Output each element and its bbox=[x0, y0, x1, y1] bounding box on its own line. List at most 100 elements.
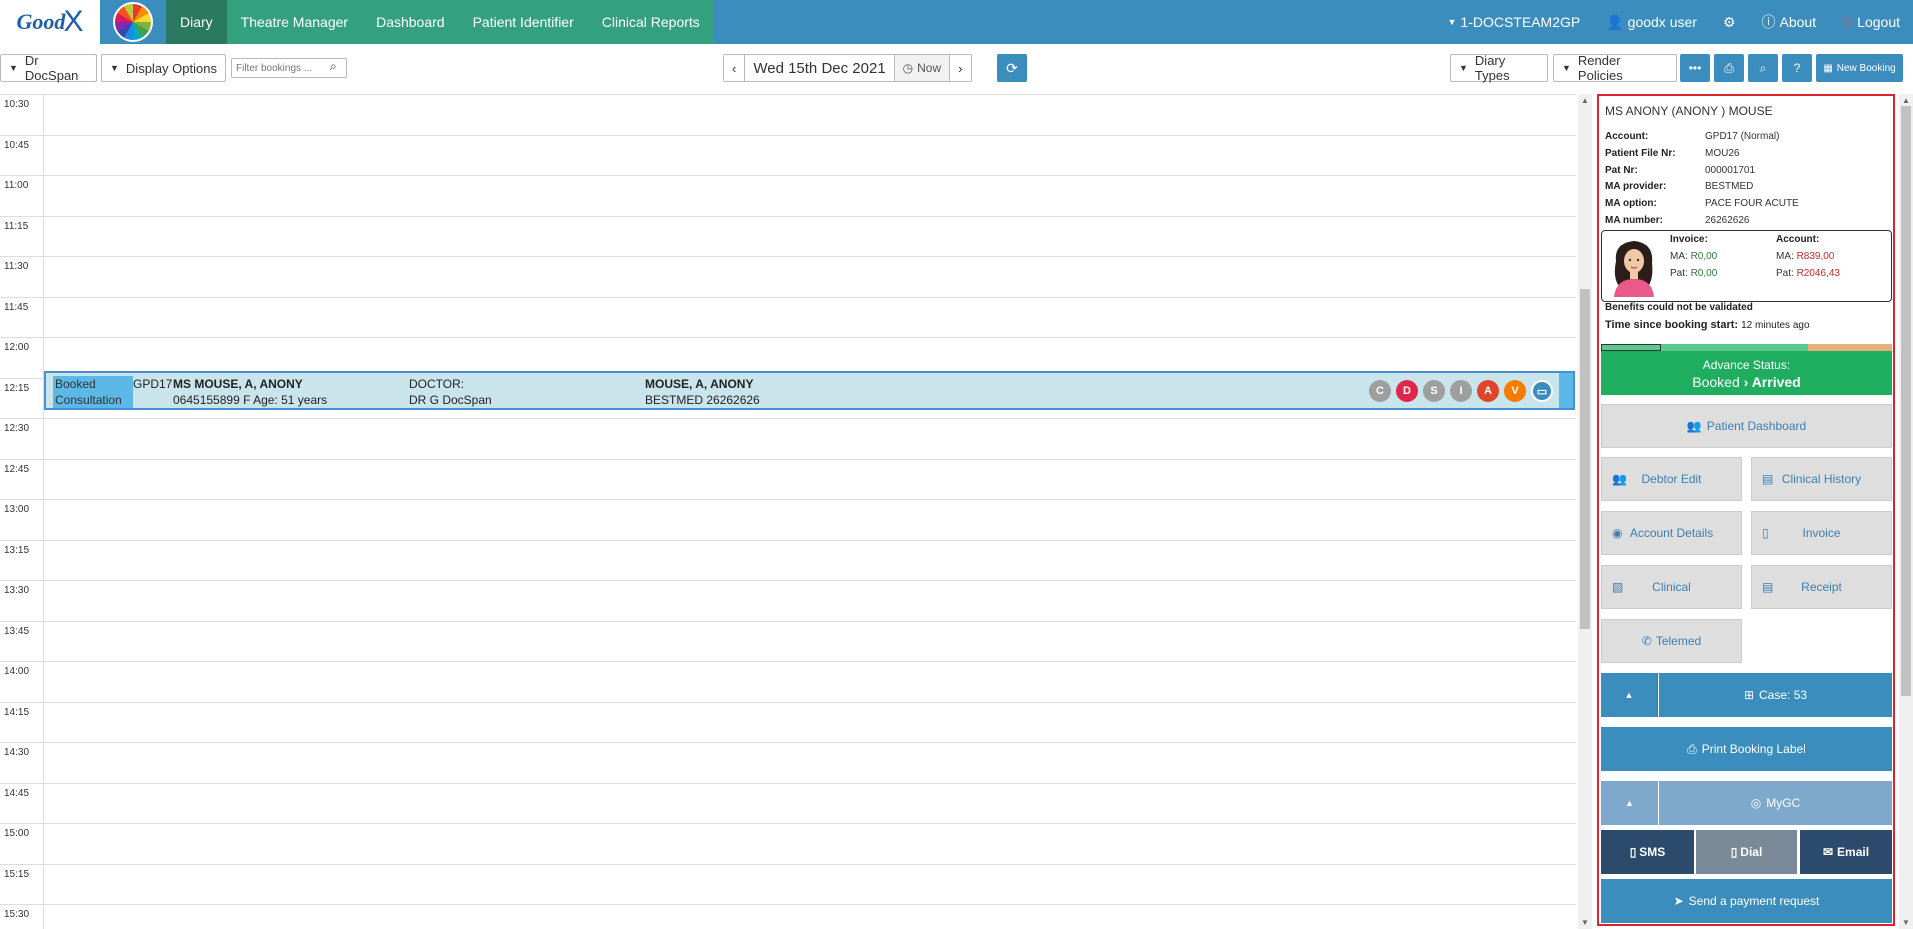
case-button[interactable]: ⊞ Case: 53 bbox=[1659, 673, 1892, 717]
now-button[interactable]: ◷ Now bbox=[894, 55, 951, 81]
print-button[interactable]: ⎙ bbox=[1714, 54, 1744, 82]
note-icon[interactable]: ▭ bbox=[1531, 380, 1553, 402]
nav-theatre-manager[interactable]: Theatre Manager bbox=[226, 0, 363, 44]
doctor-dropdown[interactable]: ▼ Dr DocSpan bbox=[0, 53, 97, 83]
time-slot[interactable]: 14:45 bbox=[0, 783, 1576, 824]
doctor-label: Dr DocSpan bbox=[24, 53, 79, 83]
scrollbar-thumb[interactable] bbox=[1580, 289, 1590, 629]
clinical-history-button[interactable]: ▤ Clinical History bbox=[1751, 457, 1892, 501]
print-booking-label-button[interactable]: ⎙ Print Booking Label bbox=[1601, 727, 1892, 771]
time-label: 15:00 bbox=[0, 824, 44, 864]
advance-status-button[interactable]: Advance Status: Booked › Arrived bbox=[1601, 351, 1892, 395]
email-button[interactable]: ✉ Email bbox=[1800, 830, 1892, 874]
booking-status: Booked Consultation bbox=[53, 376, 133, 408]
diary-types-dropdown[interactable]: ▼ Diary Types bbox=[1450, 53, 1548, 83]
time-slot[interactable]: 13:45 bbox=[0, 621, 1576, 662]
nav-clinical-reports[interactable]: Clinical Reports bbox=[587, 0, 714, 44]
scroll-up-icon[interactable]: ▲ bbox=[1902, 96, 1910, 105]
mygc-button[interactable]: ◎ MyGC bbox=[1659, 781, 1892, 825]
paper-plane-icon: ➤ bbox=[1673, 894, 1684, 908]
logout-button[interactable]: ⎋ Logout bbox=[1829, 0, 1913, 44]
time-slot[interactable]: 13:15 bbox=[0, 540, 1576, 581]
user-menu[interactable]: 👤 goodx user bbox=[1593, 0, 1710, 44]
status-circle-v[interactable]: V bbox=[1504, 380, 1526, 402]
time-slot[interactable]: 14:30 bbox=[0, 743, 1576, 784]
time-slot[interactable]: 14:15 bbox=[0, 702, 1576, 743]
status-circle-c[interactable]: C bbox=[1369, 380, 1391, 402]
status-circle-s[interactable]: S bbox=[1423, 380, 1445, 402]
new-booking-button[interactable]: ▦ New Booking bbox=[1816, 54, 1903, 82]
telemed-button[interactable]: ✆ Telemed bbox=[1601, 619, 1742, 663]
next-day-button[interactable]: › bbox=[950, 55, 971, 81]
diary-toolbar: ▼ Dr DocSpan ▼ Display Options ⌕ ‹ Wed 15t… bbox=[0, 52, 1913, 86]
print-icon: ⎙ bbox=[1687, 741, 1697, 756]
scroll-down-icon[interactable]: ▼ bbox=[1581, 918, 1589, 927]
receipt-button[interactable]: ▤ Receipt bbox=[1751, 565, 1892, 609]
time-slot[interactable]: 11:15 bbox=[0, 216, 1576, 257]
time-slot[interactable]: 10:30 bbox=[0, 95, 1576, 136]
time-slot[interactable]: 12:45 bbox=[0, 459, 1576, 500]
time-slot[interactable]: 10:45 bbox=[0, 135, 1576, 176]
send-payment-request-button[interactable]: ➤ Send a payment request bbox=[1601, 879, 1892, 923]
nav-patient-identifier[interactable]: Patient Identifier bbox=[458, 0, 588, 44]
time-slot[interactable]: 14:00 bbox=[0, 662, 1576, 703]
search-button[interactable]: ⌕ bbox=[1748, 54, 1778, 82]
debtor-edit-button[interactable]: 👥 Debtor Edit bbox=[1601, 457, 1742, 501]
clinical-button[interactable]: ▧ Clinical bbox=[1601, 565, 1742, 609]
account-heading: Account: bbox=[1776, 234, 1820, 245]
invoice-button[interactable]: ▯ Invoice bbox=[1751, 511, 1892, 555]
refresh-button[interactable]: ⟳ bbox=[997, 54, 1027, 82]
more-button[interactable]: ••• bbox=[1680, 54, 1710, 82]
about-button[interactable]: ⓘ About bbox=[1749, 0, 1830, 44]
user-icon: 👤 bbox=[1606, 13, 1624, 30]
time-label: 12:30 bbox=[0, 419, 44, 459]
goodx-logo[interactable]: Good X bbox=[0, 0, 100, 44]
info-ma-option: MA option: PACE FOUR ACUTE bbox=[1605, 197, 1799, 210]
settings-button[interactable]: ⚙ bbox=[1710, 0, 1749, 44]
dial-label: Dial bbox=[1740, 845, 1763, 859]
prev-day-button[interactable]: ‹ bbox=[724, 55, 746, 81]
time-slot[interactable]: 13:00 bbox=[0, 500, 1576, 541]
nav-diary[interactable]: Diary bbox=[166, 0, 227, 44]
account-details-button[interactable]: ◉ Account Details bbox=[1601, 511, 1742, 555]
scroll-down-icon[interactable]: ▼ bbox=[1902, 918, 1910, 927]
scrollbar-thumb[interactable] bbox=[1901, 106, 1911, 696]
booking-resize-edge[interactable] bbox=[1559, 373, 1573, 408]
time-slot[interactable]: 12:30 bbox=[0, 419, 1576, 460]
help-button[interactable]: ? bbox=[1782, 54, 1812, 82]
invoice-label: Invoice bbox=[1802, 526, 1841, 540]
color-wheel-logo[interactable] bbox=[100, 0, 166, 44]
time-slot[interactable]: 15:00 bbox=[0, 824, 1576, 865]
booking-block[interactable]: Booked Consultation GPD17 MS MOUSE, A, A… bbox=[44, 371, 1575, 410]
ellipsis-icon: ••• bbox=[1688, 61, 1702, 75]
time-slot[interactable]: 11:45 bbox=[0, 297, 1576, 338]
info-ma-provider: MA provider: BESTMED bbox=[1605, 180, 1753, 193]
advance-from: Booked bbox=[1692, 374, 1740, 390]
scroll-up-icon[interactable]: ▲ bbox=[1581, 96, 1589, 105]
nav-dashboard[interactable]: Dashboard bbox=[362, 0, 459, 44]
practice-selector[interactable]: ▼ 1-DOCSTEAM2GP bbox=[1434, 0, 1593, 44]
status-circle-i[interactable]: I bbox=[1450, 380, 1472, 402]
time-slot[interactable]: 11:00 bbox=[0, 176, 1576, 217]
time-slot[interactable]: 13:30 bbox=[0, 581, 1576, 622]
mygc-collapse-button[interactable]: ▲ bbox=[1601, 781, 1658, 825]
case-collapse-button[interactable]: ▲ bbox=[1601, 673, 1658, 717]
dial-button[interactable]: ▯ Dial bbox=[1696, 830, 1797, 874]
diary-scrollbar[interactable]: ▲ ▼ bbox=[1578, 94, 1592, 929]
time-slot[interactable]: 11:30 bbox=[0, 257, 1576, 298]
time-slot[interactable]: 15:15 bbox=[0, 864, 1576, 905]
status-circle-a[interactable]: A bbox=[1477, 380, 1499, 402]
time-slot[interactable]: 15:30 bbox=[0, 905, 1576, 929]
patient-full-name: MS ANONY (ANONY ) MOUSE bbox=[1605, 104, 1773, 118]
logout-icon: ⎋ bbox=[1842, 13, 1854, 30]
search-icon[interactable]: ⌕ bbox=[330, 59, 337, 74]
status-circle-d[interactable]: D bbox=[1396, 380, 1418, 402]
panel-scrollbar[interactable]: ▲ ▼ bbox=[1899, 94, 1913, 929]
sms-button[interactable]: ▯ SMS bbox=[1601, 830, 1694, 874]
render-policies-dropdown[interactable]: ▼ Render Policies bbox=[1553, 53, 1677, 83]
current-date[interactable]: Wed 15th Dec 2021 bbox=[745, 55, 895, 81]
info-value: 26262626 bbox=[1705, 215, 1750, 226]
diary-grid: 10:30 10:45 11:00 11:15 11:30 11:45 12:0… bbox=[0, 94, 1576, 929]
patient-dashboard-button[interactable]: 👥 Patient Dashboard bbox=[1601, 404, 1892, 448]
display-options-dropdown[interactable]: ▼ Display Options bbox=[101, 54, 226, 82]
